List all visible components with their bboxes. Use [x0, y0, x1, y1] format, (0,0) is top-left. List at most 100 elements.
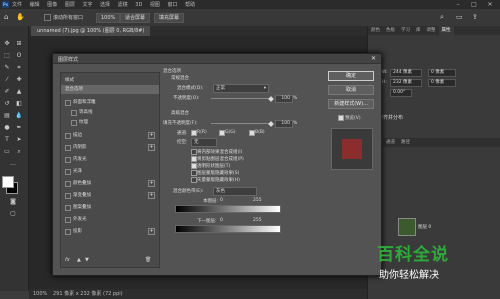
list-item[interactable]: 描边 + [61, 131, 159, 140]
width-field[interactable]: 244 像素 [390, 69, 422, 77]
workspace-icon[interactable]: ▭ [456, 13, 463, 21]
menu-filter[interactable]: 滤镜 [118, 2, 128, 8]
new-style-button[interactable]: 新建样式(W)... [328, 99, 374, 109]
search-icon[interactable]: ⌕ [440, 13, 444, 22]
shape-tool-icon[interactable]: ▭ [3, 148, 11, 156]
zoom-tool-icon[interactable]: ⌕ [15, 148, 23, 156]
list-item[interactable]: 混合选项 [61, 85, 159, 94]
move-up-icon[interactable]: ▲ [77, 257, 81, 263]
list-item[interactable]: 样式 [61, 76, 159, 85]
move-down-icon[interactable]: ▼ [85, 257, 89, 263]
list-item[interactable]: 纹理 [61, 118, 159, 127]
marquee-tool-icon[interactable]: ⬚ [3, 52, 11, 60]
fx-icon[interactable]: fx [65, 257, 70, 263]
tab-channels[interactable]: 通道 [383, 138, 398, 147]
list-item-checkbox[interactable] [65, 181, 71, 187]
menu-window[interactable]: 窗口 [168, 2, 178, 8]
tab-paths[interactable]: 路径 [398, 138, 413, 147]
angle-field[interactable]: 0.00° [390, 89, 412, 97]
tab-properties[interactable]: 属性 [438, 26, 454, 35]
add-effect-icon[interactable]: + [148, 228, 155, 235]
list-item[interactable]: 等高线 [61, 108, 159, 117]
list-item-checkbox[interactable] [71, 110, 77, 116]
stamp-tool-icon[interactable]: ▲ [15, 88, 23, 96]
dodge-tool-icon[interactable]: ● [3, 124, 11, 132]
scroll-all-checkbox[interactable]: 滚动所有窗口 [44, 14, 83, 21]
quick-select-icon[interactable]: ✎ [3, 64, 11, 72]
healing-brush-icon[interactable]: ✚ [15, 76, 23, 84]
add-effect-icon[interactable]: + [148, 144, 155, 151]
list-item[interactable]: 内发光 [61, 155, 159, 164]
y-field[interactable]: 0 像素 [428, 79, 456, 87]
add-effect-icon[interactable]: + [148, 180, 155, 187]
opacity-slider-knob[interactable] [268, 96, 274, 102]
tab-adjustments[interactable]: 调整 [424, 26, 439, 35]
knockout-select[interactable]: 无 [191, 138, 217, 147]
menu-view[interactable]: 视图 [150, 2, 160, 8]
list-item-checkbox[interactable] [65, 100, 71, 106]
list-item-checkbox[interactable] [65, 229, 71, 235]
list-item-checkbox[interactable] [65, 169, 71, 175]
move-tool-icon[interactable]: ✥ [3, 40, 11, 48]
cancel-button[interactable]: 取消 [328, 85, 374, 95]
list-item-checkbox[interactable] [65, 217, 71, 223]
list-item[interactable]: 光泽 [61, 167, 159, 176]
opacity-input[interactable]: 100 [275, 95, 293, 103]
artboard-tool-icon[interactable]: ⊞ [15, 40, 23, 48]
eyedropper-icon[interactable]: ⁄ [3, 76, 11, 84]
height-field[interactable]: 232 像素 [390, 79, 422, 87]
list-item[interactable]: 投影 + [61, 227, 159, 236]
x-field[interactable]: 0 像素 [428, 69, 456, 77]
hand-tool-icon[interactable]: ✋ [16, 13, 25, 21]
menu-file[interactable]: 文件 [12, 2, 22, 8]
list-item[interactable]: 斜面和浮雕 [61, 98, 159, 107]
maximize-icon[interactable]: □ [466, 0, 482, 9]
pen-tool-icon[interactable]: ✒ [15, 124, 23, 132]
fit-screen-button[interactable]: 适合屏幕 [120, 13, 151, 23]
this-layer-gradient[interactable] [175, 205, 281, 213]
tab-color[interactable]: 颜色 [368, 26, 383, 35]
menu-help[interactable]: 帮助 [185, 2, 195, 8]
fill-opacity-slider-knob[interactable] [268, 121, 274, 127]
tab-learn[interactable]: 学习 [398, 26, 413, 35]
list-item-checkbox[interactable] [65, 133, 71, 139]
document-tab[interactable]: unnamed (7).jpg @ 100% (图层 0, RGB/8#) [31, 26, 151, 36]
tab-libraries[interactable]: 库 [413, 26, 424, 35]
list-item[interactable]: 颜色叠加 + [61, 179, 159, 188]
menu-image[interactable]: 图像 [47, 2, 57, 8]
list-item[interactable]: 图案叠加 [61, 203, 159, 212]
trash-icon[interactable]: 🗑 [145, 257, 151, 263]
underlying-layer-gradient[interactable] [175, 225, 281, 233]
list-item-checkbox[interactable] [65, 193, 71, 199]
add-effect-icon[interactable]: + [148, 192, 155, 199]
dialog-close-icon[interactable]: ✕ [371, 55, 376, 62]
menu-type[interactable]: 文字 [82, 2, 92, 8]
list-item-checkbox[interactable] [65, 145, 71, 151]
share-icon[interactable]: ⇪ [472, 13, 478, 21]
crop-tool-icon[interactable]: ⌗ [15, 64, 23, 72]
history-brush-icon[interactable]: ↺ [3, 100, 11, 108]
menu-select[interactable]: 选择 [100, 2, 110, 8]
minimize-icon[interactable]: – [450, 0, 466, 9]
opacity-slider[interactable] [211, 98, 271, 99]
foreground-color-swatch[interactable] [2, 176, 14, 188]
path-select-icon[interactable]: ➤ [15, 136, 23, 144]
fill-opacity-slider[interactable] [211, 123, 271, 124]
home-icon[interactable]: ⌂ [4, 13, 8, 21]
quick-mask-icon[interactable]: ◙ [9, 198, 17, 206]
add-effect-icon[interactable]: + [148, 132, 155, 139]
type-tool-icon[interactable]: T [3, 136, 11, 144]
list-item[interactable]: 渐变叠加 + [61, 191, 159, 200]
close-icon[interactable]: ✕ [482, 0, 498, 9]
layer-name[interactable]: 图层 0 [418, 224, 431, 230]
blur-tool-icon[interactable]: 💧 [15, 112, 23, 120]
preview-checkbox[interactable] [338, 115, 344, 121]
zoom-100-button[interactable]: 100% [96, 13, 121, 23]
list-item-checkbox[interactable] [71, 120, 77, 126]
list-item-checkbox[interactable] [65, 157, 71, 163]
lasso-tool-icon[interactable]: ʘ [15, 52, 23, 60]
list-item[interactable]: 外发光 [61, 215, 159, 224]
fill-screen-button[interactable]: 填充屏幕 [154, 13, 185, 23]
more-tools-icon[interactable]: … [9, 160, 17, 168]
menu-edit[interactable]: 编辑 [30, 2, 40, 8]
